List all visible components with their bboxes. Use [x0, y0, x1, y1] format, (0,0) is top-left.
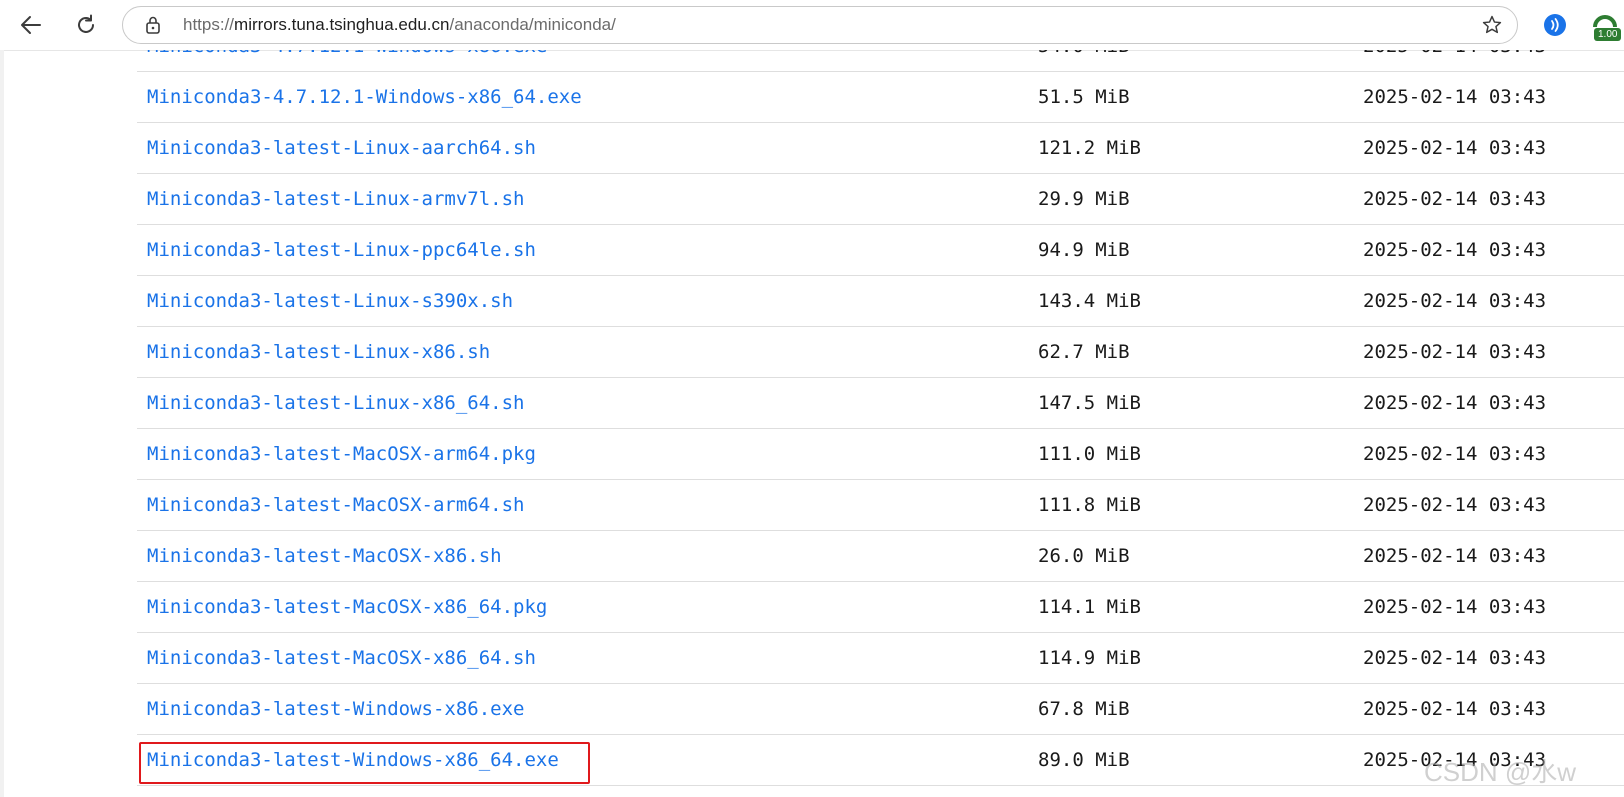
watermark: CSDN @水w: [1424, 757, 1577, 787]
speed-badge: 1.00: [1594, 28, 1622, 41]
file-size: 114.1 MiB: [1038, 596, 1141, 618]
page-content: Miniconda3-4.7.12.1-Windows-x86.exe 54.0 …: [0, 50, 1624, 797]
file-date: 2025-02-14 03:43: [1363, 494, 1547, 516]
file-link[interactable]: Miniconda3-latest-Windows-x86_64.exe: [147, 749, 559, 771]
table-row: Miniconda3-latest-MacOSX-x86.sh 26.0 MiB 2…: [137, 531, 1624, 582]
file-date: 2025-02-14 03:43: [1363, 239, 1547, 261]
table-row: Miniconda3-latest-MacOSX-arm64.sh 111.8 M…: [137, 480, 1624, 531]
url-host: mirrors.tuna.tsinghua.edu.cn: [234, 15, 450, 34]
file-name-cell: Miniconda3-latest-Windows-x86_64.exe: [147, 735, 559, 785]
file-name-cell: Miniconda3-latest-MacOSX-x86.sh: [147, 531, 502, 581]
file-link[interactable]: Miniconda3-latest-Linux-armv7l.sh: [147, 188, 525, 210]
file-size: 147.5 MiB: [1038, 392, 1141, 414]
file-date: 2025-02-14 03:43: [1363, 137, 1547, 159]
file-size: 67.8 MiB: [1038, 698, 1130, 720]
file-date: 2025-02-14 03:43: [1363, 443, 1547, 465]
table-row: Miniconda3-latest-MacOSX-arm64.pkg 111.0 …: [137, 429, 1624, 480]
table-row: Miniconda3-latest-Linux-aarch64.sh 121.2 …: [137, 123, 1624, 174]
table-row: Miniconda3-latest-Linux-x86_64.sh 147.5 M…: [137, 378, 1624, 429]
table-row: Miniconda3-latest-MacOSX-x86_64.pkg 114.1…: [137, 582, 1624, 633]
file-size: 111.8 MiB: [1038, 494, 1141, 516]
browser-toolbar: https://mirrors.tuna.tsinghua.edu.cn/ana…: [0, 0, 1624, 51]
file-link[interactable]: Miniconda3-4.7.12.1-Windows-x86_64.exe: [147, 86, 582, 108]
file-name-cell: Miniconda3-latest-MacOSX-arm64.pkg: [147, 429, 536, 479]
file-link[interactable]: Miniconda3-latest-Linux-x86_64.sh: [147, 392, 525, 414]
file-date: 2025-02-14 03:43: [1363, 698, 1547, 720]
url-text[interactable]: https://mirrors.tuna.tsinghua.edu.cn/ana…: [183, 7, 616, 43]
file-date: 2025-02-14 03:43: [1363, 290, 1547, 312]
table-row: Miniconda3-4.7.12.1-Windows-x86.exe 54.0 …: [137, 50, 1624, 72]
table-row: Miniconda3-latest-Linux-x86.sh 62.7 MiB 20…: [137, 327, 1624, 378]
file-size: 111.0 MiB: [1038, 443, 1141, 465]
file-size: 29.9 MiB: [1038, 188, 1130, 210]
file-listing: Miniconda3-4.7.12.1-Windows-x86.exe 54.0 …: [137, 50, 1624, 786]
file-size: 121.2 MiB: [1038, 137, 1141, 159]
table-row: Miniconda3-latest-Windows-x86_64.exe 89.0…: [137, 735, 1624, 786]
url-path: /anaconda/miniconda/: [449, 15, 616, 34]
file-link[interactable]: Miniconda3-latest-Linux-ppc64le.sh: [147, 239, 536, 261]
file-size: 94.9 MiB: [1038, 239, 1130, 261]
file-date: 2025-02-14 03:43: [1363, 86, 1547, 108]
file-link[interactable]: Miniconda3-latest-MacOSX-x86_64.sh: [147, 647, 536, 669]
file-date: 2025-02-14 03:43: [1363, 188, 1547, 210]
file-name-cell: Miniconda3-latest-MacOSX-x86_64.sh: [147, 633, 536, 683]
file-date: 2025-02-14 03:43: [1363, 50, 1546, 71]
site-info-icon[interactable]: [143, 15, 163, 35]
arrow-left-icon: [21, 16, 41, 34]
file-link[interactable]: Miniconda3-latest-Windows-x86.exe: [147, 698, 525, 720]
table-row: Miniconda3-latest-MacOSX-x86_64.sh 114.9 …: [137, 633, 1624, 684]
file-date: 2025-02-14 03:43: [1363, 392, 1547, 414]
file-link[interactable]: Miniconda3-latest-MacOSX-arm64.sh: [147, 494, 525, 516]
back-button[interactable]: [13, 7, 49, 43]
gauge-icon: [1593, 15, 1617, 28]
file-link[interactable]: Miniconda3-latest-MacOSX-arm64.pkg: [147, 443, 536, 465]
file-size: 26.0 MiB: [1038, 545, 1130, 567]
file-name-cell: Miniconda3-latest-MacOSX-arm64.sh: [147, 480, 525, 530]
file-link[interactable]: Miniconda3-latest-MacOSX-x86.sh: [147, 545, 502, 567]
file-name-cell: Miniconda3-latest-Linux-s390x.sh: [147, 276, 513, 326]
file-name-cell: Miniconda3-latest-Linux-ppc64le.sh: [147, 225, 536, 275]
file-name-cell: Miniconda3-latest-MacOSX-x86_64.pkg: [147, 582, 547, 632]
file-size: 54.0 MiB: [1038, 50, 1130, 71]
table-row: Miniconda3-4.7.12.1-Windows-x86_64.exe 51…: [137, 72, 1624, 123]
file-name-cell: Miniconda3-latest-Linux-x86.sh: [147, 327, 490, 377]
file-size: 51.5 MiB: [1038, 86, 1130, 108]
table-row: Miniconda3-latest-Linux-s390x.sh 143.4 Mi…: [137, 276, 1624, 327]
file-name-cell: Miniconda3-4.7.12.1-Windows-x86_64.exe: [147, 72, 582, 122]
file-name-cell: Miniconda3-latest-Linux-x86_64.sh: [147, 378, 525, 428]
file-link[interactable]: Miniconda3-latest-MacOSX-x86_64.pkg: [147, 596, 547, 618]
url-scheme: https://: [183, 15, 235, 34]
address-bar[interactable]: https://mirrors.tuna.tsinghua.edu.cn/ana…: [122, 6, 1518, 44]
file-link[interactable]: Miniconda3-latest-Linux-aarch64.sh: [147, 137, 536, 159]
file-name-cell: Miniconda3-latest-Linux-armv7l.sh: [147, 174, 525, 224]
file-date: 2025-02-14 03:43: [1363, 341, 1547, 363]
file-size: 89.0 MiB: [1038, 749, 1130, 771]
file-date: 2025-02-14 03:43: [1363, 596, 1547, 618]
left-gutter: [0, 50, 4, 797]
file-size: 62.7 MiB: [1038, 341, 1130, 363]
file-name-cell: Miniconda3-latest-Linux-aarch64.sh: [147, 123, 536, 173]
reload-button[interactable]: [68, 7, 104, 43]
bookmark-star-icon[interactable]: [1481, 14, 1503, 36]
file-name-cell: Miniconda3-latest-Windows-x86.exe: [147, 684, 525, 734]
read-aloud-extension-icon[interactable]: [1543, 13, 1567, 37]
table-row: Miniconda3-latest-Linux-ppc64le.sh 94.9 M…: [137, 225, 1624, 276]
file-name-cell: Miniconda3-4.7.12.1-Windows-x86.exe: [147, 50, 547, 71]
file-link[interactable]: Miniconda3-latest-Linux-x86.sh: [147, 341, 490, 363]
file-date: 2025-02-14 03:43: [1363, 647, 1547, 669]
table-row: Miniconda3-latest-Windows-x86.exe 67.8 Mi…: [137, 684, 1624, 735]
file-link[interactable]: Miniconda3-4.7.12.1-Windows-x86.exe: [147, 50, 547, 57]
reload-icon: [78, 14, 94, 33]
file-date: 2025-02-14 03:43: [1363, 545, 1547, 567]
speed-extension-icon[interactable]: 1.00: [1590, 11, 1624, 43]
file-link[interactable]: Miniconda3-latest-Linux-s390x.sh: [147, 290, 513, 312]
file-size: 143.4 MiB: [1038, 290, 1141, 312]
file-size: 114.9 MiB: [1038, 647, 1141, 669]
table-row: Miniconda3-latest-Linux-armv7l.sh 29.9 Mi…: [137, 174, 1624, 225]
